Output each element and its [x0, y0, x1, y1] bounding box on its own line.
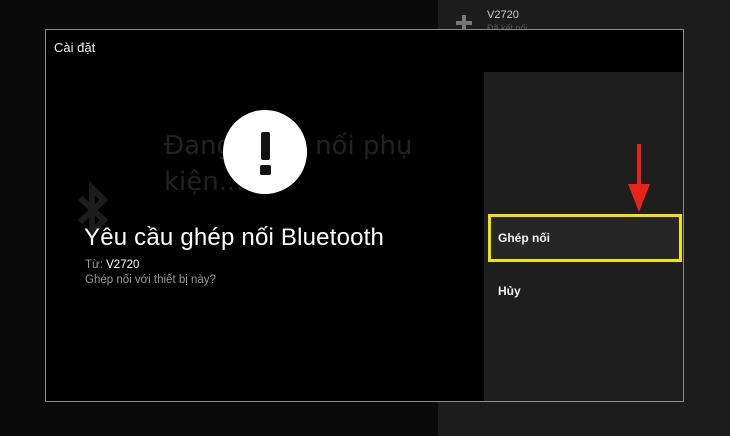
from-label: Từ: [85, 259, 103, 271]
exclamation-icon [223, 110, 307, 194]
cancel-button-label: Hủy [498, 284, 521, 298]
dialog-heading: Yêu cầu ghép nối Bluetooth [84, 224, 385, 251]
action-panel: Ghép nối Hủy [484, 72, 683, 401]
pair-button[interactable]: Ghép nối [488, 214, 682, 262]
cancel-button[interactable]: Hủy [488, 267, 682, 315]
pair-question: Ghép nối với thiết bị này? [85, 274, 216, 286]
dialog-title: Cài đặt [54, 40, 96, 55]
pairing-dialog: Cài đặt Đang ghép nối phụ kiện... Yêu cầ… [45, 29, 684, 402]
pair-button-label: Ghép nối [498, 231, 550, 245]
red-arrow-down-icon [628, 144, 650, 212]
from-value: V2720 [106, 259, 140, 271]
background-device-name: V2720 [487, 9, 519, 21]
from-line: Từ: V2720 [85, 259, 139, 271]
